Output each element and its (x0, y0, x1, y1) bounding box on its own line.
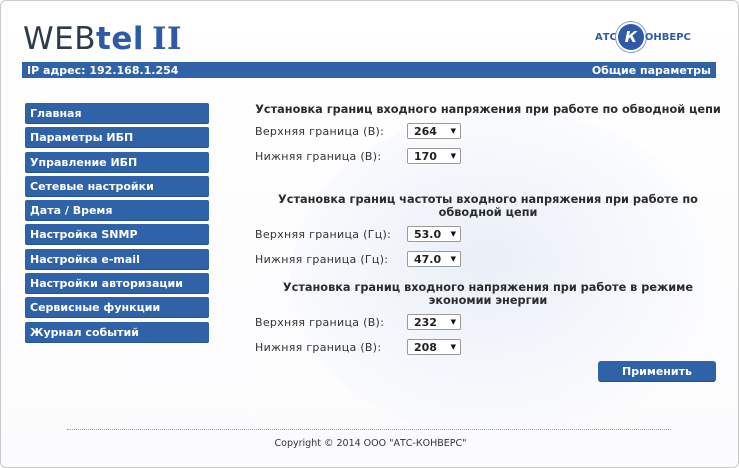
nav-item-ups-params[interactable]: Параметры ИБП (25, 127, 209, 149)
bypass-frequency-section: Установка границ частоты входного напряж… (255, 193, 721, 269)
brand-k-icon: К (617, 24, 644, 50)
brand-left-text: АТС (595, 31, 617, 43)
select-value: 170 (414, 149, 437, 163)
section-title: Установка границ частоты входного напряж… (278, 193, 698, 219)
bypass-frequency-lower-select[interactable]: 47.0 ▼ (407, 251, 461, 267)
bypass-voltage-lower-row: Нижняя граница (В): 170 ▼ (255, 146, 721, 166)
nav-item-ups-control[interactable]: Управление ИБП (25, 151, 209, 173)
field-label: Верхняя граница (В): (255, 315, 385, 329)
select-value: 232 (414, 315, 437, 329)
dropdown-arrow-icon: ▼ (450, 255, 456, 263)
select-value: 47.0 (414, 252, 442, 266)
section-title: Установка границ входного напряжения при… (282, 281, 694, 307)
copyright-text: Copyright © 2014 ООО "АТС-КОНВЕРС" (274, 438, 467, 449)
bypass-voltage-section: Установка границ входного напряжения при… (255, 103, 721, 166)
logo-version-text: II (152, 21, 183, 57)
select-value: 208 (414, 340, 437, 354)
select-value: 264 (414, 124, 437, 138)
ip-address: IP адрес: 192.168.1.254 (27, 63, 179, 77)
page-frame: WEBtel II АТС К ОНВЕРС IP адрес: 192.168.… (0, 0, 739, 468)
bypass-voltage-upper-select[interactable]: 264 ▼ (407, 123, 461, 139)
eco-voltage-section: Установка границ входного напряжения при… (255, 281, 721, 357)
section-title: Установка границ входного напряжения при… (255, 103, 721, 116)
page-title: Общие параметры (591, 63, 711, 77)
field-label: Нижняя граница (Гц): (255, 252, 389, 266)
dropdown-arrow-icon: ▼ (450, 343, 456, 351)
bypass-frequency-lower-row: Нижняя граница (Гц): 47.0 ▼ (255, 249, 721, 269)
bypass-voltage-upper-row: Верхняя граница (В): 264 ▼ (255, 121, 721, 141)
select-value: 53.0 (414, 227, 442, 241)
sidebar-nav: Главная Параметры ИБП Управление ИБП Сет… (25, 103, 209, 346)
bypass-frequency-upper-row: Верхняя граница (Гц): 53.0 ▼ (255, 224, 721, 244)
eco-voltage-lower-row: Нижняя граница (В): 208 ▼ (255, 337, 721, 357)
apply-button[interactable]: Применить (598, 361, 716, 382)
bypass-voltage-lower-select[interactable]: 170 ▼ (407, 148, 461, 164)
ats-konvers-logo: АТС К ОНВЕРС (595, 24, 691, 50)
status-bar: IP адрес: 192.168.1.254 Общие параметры (22, 62, 716, 78)
nav-item-email[interactable]: Настройка e-mail (25, 248, 209, 270)
nav-item-home[interactable]: Главная (25, 103, 209, 124)
field-label: Верхняя граница (Гц): (255, 227, 392, 241)
nav-item-network[interactable]: Сетевые настройки (25, 175, 209, 197)
webtel-logo: WEBtel II (23, 21, 182, 57)
dropdown-arrow-icon: ▼ (450, 152, 456, 160)
nav-item-snmp[interactable]: Настройка SNMP (25, 224, 209, 246)
eco-voltage-lower-select[interactable]: 208 ▼ (407, 339, 461, 355)
logo-web-text: WEB (23, 21, 97, 57)
dropdown-arrow-icon: ▼ (450, 230, 456, 238)
nav-item-auth[interactable]: Настройки авторизации (25, 273, 209, 295)
footer-divider (67, 429, 671, 430)
brand-right-text: ОНВЕРС (644, 31, 691, 43)
nav-item-datetime[interactable]: Дата / Время (25, 200, 209, 222)
field-label: Нижняя граница (В): (255, 340, 382, 354)
eco-voltage-upper-row: Верхняя граница (В): 232 ▼ (255, 312, 721, 332)
logo-tel-text: tel (96, 21, 144, 57)
field-label: Нижняя граница (В): (255, 149, 382, 163)
nav-item-service[interactable]: Сервисные функции (25, 297, 209, 319)
eco-voltage-upper-select[interactable]: 232 ▼ (407, 314, 461, 330)
dropdown-arrow-icon: ▼ (450, 318, 456, 326)
field-label: Верхняя граница (В): (255, 124, 385, 138)
bypass-frequency-upper-select[interactable]: 53.0 ▼ (407, 226, 461, 242)
nav-item-event-log[interactable]: Журнал событий (25, 321, 209, 343)
dropdown-arrow-icon: ▼ (450, 127, 456, 135)
